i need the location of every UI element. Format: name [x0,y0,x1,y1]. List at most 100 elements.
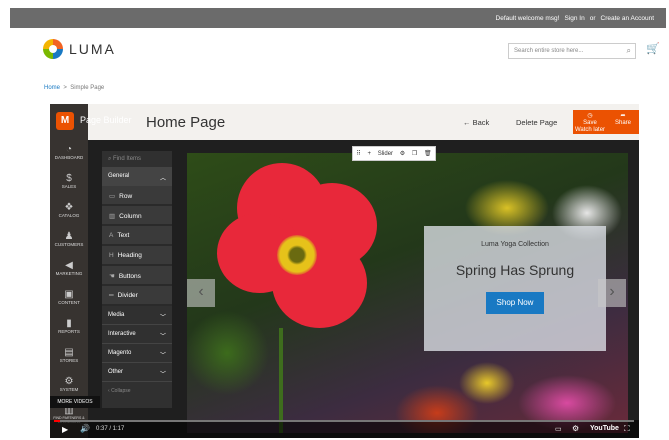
video-progress-fill [54,420,60,422]
panel-category-other[interactable]: Other ﹀ [102,363,172,382]
back-button[interactable]: ← Back [463,118,489,127]
logo-text: LUMA [69,41,116,57]
slider-next-button[interactable]: › [598,279,626,307]
save-label: Save [583,120,597,126]
stores-icon: ▤ [64,347,74,358]
panel-category-media[interactable]: Media ﹀ [102,306,172,325]
panel-category-interactive[interactable]: Interactive ﹀ [102,325,172,344]
slide-collection-label: Luma Yoga Collection [481,241,549,248]
share-button[interactable]: ➦ Share [607,110,639,134]
slide-overlay: Luma Yoga Collection Spring Has Sprung S… [424,226,606,351]
breadcrumb-separator: > [63,85,67,91]
delete-page-button[interactable]: Delete Page [516,118,557,127]
page-builder-video[interactable]: Home Page ← Back Delete Page ◷ Save Watc… [50,104,639,438]
panel-item-row[interactable]: ▭ Row [102,186,172,206]
video-progress-bar[interactable] [54,420,634,422]
clock-icon: ◷ [587,113,593,119]
volume-icon[interactable]: 🔊 [80,424,90,433]
sidebar-item-reports[interactable]: ▮ Reports [50,314,88,343]
chevron-down-icon: ﹀ [159,334,166,340]
search-placeholder: Search entire store here... [514,48,584,54]
gear-icon[interactable]: ⚙ [400,150,405,157]
marketing-icon: ◀ [65,260,73,271]
watch-later-button[interactable]: ◷ Save Watch later [573,110,607,134]
search-icon[interactable]: ⌕ [627,46,631,56]
flower-stem [279,328,283,433]
find-items-input[interactable]: ⌕ Find Items [102,151,172,167]
captions-icon[interactable]: ▭ [555,425,562,433]
admin-sidebar: ◔ Dashboard $ Sales ❖ Catalog ♟ Customers ◀ M… [50,104,88,438]
video-controls: ▶ 🔊 0:37 / 1:17 ▭ ⚙ YouTube ⛶ [50,420,639,438]
catalog-icon: ❖ [64,202,74,213]
store-header: LUMA Search entire store here... ⌕ 🛒 [10,28,666,76]
row-icon: ▭ [109,193,116,200]
or-text: or [589,14,596,22]
sidebar-item-stores[interactable]: ▤ Stores [50,343,88,372]
page-title: Home Page [146,114,226,131]
sidebar-item-marketing[interactable]: ◀ Marketing [50,256,88,285]
watch-later-label: Watch later [574,127,606,133]
dashboard-icon: ◔ [65,144,73,155]
text-icon: A [109,232,114,239]
slider-prev-button[interactable]: ‹ [187,279,215,307]
buttons-icon: ☚ [109,273,115,280]
sidebar-item-sales[interactable]: $ Sales [50,169,88,198]
slider-stage: Luma Yoga Collection Spring Has Sprung S… [187,153,628,433]
system-icon: ⚙ [64,376,74,387]
panel-category-magento[interactable]: Magento ﹀ [102,344,172,363]
breadcrumb-home[interactable]: Home [44,85,60,91]
panel-item-column[interactable]: ▥ Column [102,206,172,226]
poppy-flower-image [217,163,377,333]
sign-in-link[interactable]: Sign In [564,15,584,22]
content-icon: ▣ [64,289,74,300]
share-icon: ➦ [620,113,626,119]
more-videos-button[interactable]: MORE VIDEOS [50,396,100,408]
panel-item-divider[interactable]: ═ Divider [102,286,172,306]
add-icon[interactable]: + [367,151,371,157]
slider-toolbar: ⠿ + Slider ⚙ ❐ 🗑 [352,146,436,161]
magento-logo-icon: M [56,112,74,130]
sidebar-item-dashboard[interactable]: ◔ Dashboard [50,140,88,169]
page-builder-header: Home Page ← Back Delete Page ◷ Save Watc… [50,104,639,140]
play-icon[interactable]: ▶ [62,425,68,434]
sidebar-item-content[interactable]: ▣ Content [50,285,88,314]
collapse-button[interactable]: ‹ Collapse [102,382,172,400]
cart-icon[interactable]: 🛒 [646,42,660,55]
move-handle-icon[interactable]: ⠿ [356,150,360,157]
settings-icon[interactable]: ⚙ [572,424,579,433]
create-account-link[interactable]: Create an Account [601,15,654,22]
sidebar-item-customers[interactable]: ♟ Customers [50,227,88,256]
chevron-down-icon: ﹀ [159,353,166,359]
search-input[interactable]: Search entire store here... ⌕ [508,43,636,59]
chevron-down-icon: ﹀ [159,372,166,378]
divider-icon: ═ [109,292,114,299]
page-builder-label: Page Builder [80,115,132,125]
reports-icon: ▮ [66,318,72,329]
customers-icon: ♟ [64,231,74,242]
dollar-icon: $ [66,173,72,184]
slider-label: Slider [377,150,394,157]
video-time: 0:37 / 1:17 [96,426,125,432]
breadcrumb: Home > Simple Page [44,85,104,91]
trash-icon[interactable]: 🗑 [424,150,432,157]
chevron-down-icon: ﹀ [159,315,166,321]
chevron-up-icon: ︿ [159,176,166,182]
welcome-message: Default welcome msg! [495,14,560,22]
slide-heading: Spring Has Sprung [455,262,575,278]
breadcrumb-current: Simple Page [70,85,105,91]
column-icon: ▥ [109,213,116,220]
duplicate-icon[interactable]: ❐ [412,150,417,157]
top-bar: Default welcome msg! Sign In or Create a… [10,8,666,28]
fullscreen-icon[interactable]: ⛶ [624,424,630,434]
luma-logo-icon [43,39,63,59]
sidebar-item-catalog[interactable]: ❖ Catalog [50,198,88,227]
panel-item-heading[interactable]: H Heading [102,246,172,266]
shop-now-button[interactable]: Shop Now [486,292,544,314]
panel-item-buttons[interactable]: ☚ Buttons [102,266,172,286]
panel-item-text[interactable]: A Text [102,226,172,246]
youtube-logo[interactable]: YouTube [590,425,619,432]
content-panel: ⌕ Find Items General ︿ ▭ Row ▥ Column A Text… [102,151,172,408]
panel-category-general[interactable]: General ︿ [102,167,172,186]
luma-logo[interactable]: LUMA [43,39,116,59]
heading-icon: H [109,252,114,259]
